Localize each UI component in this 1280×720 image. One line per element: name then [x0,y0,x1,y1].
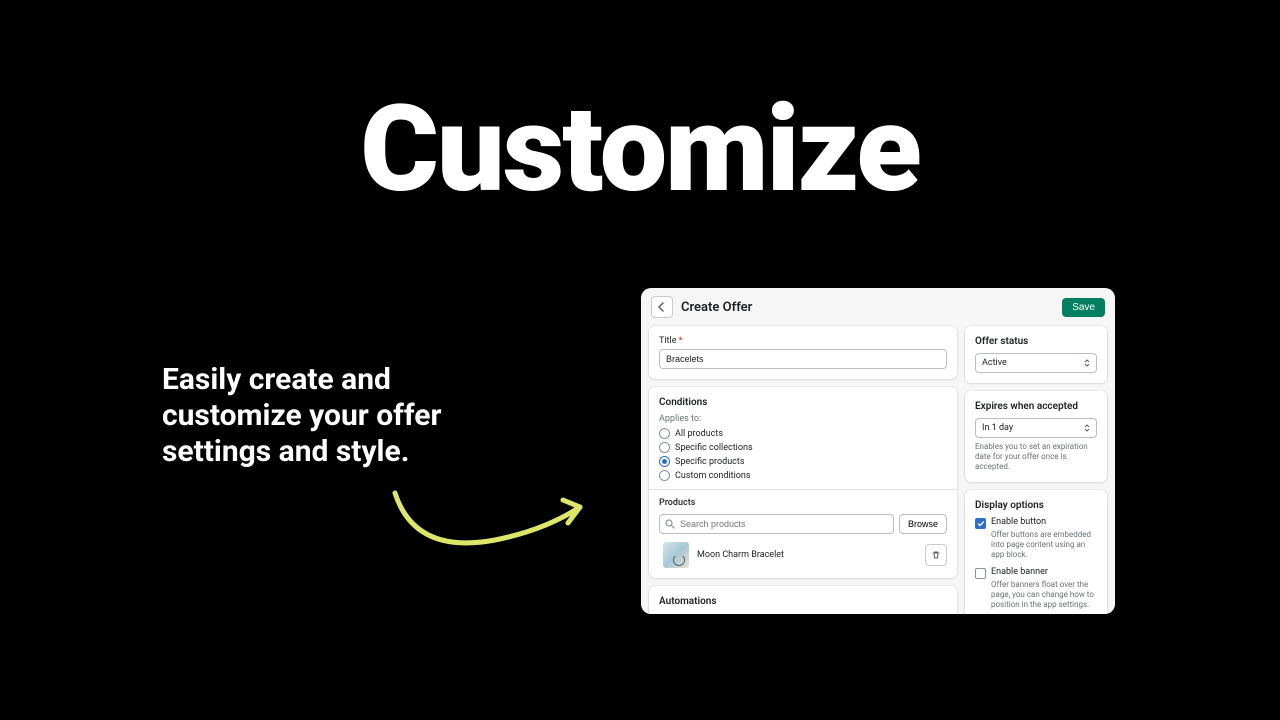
automations-heading: Automations [659,596,947,607]
radio-specific-collections[interactable]: Specific collections [659,442,947,453]
conditions-card: Conditions Applies to: All products Spec… [649,387,957,578]
panel-header: Create Offer Save [641,288,1115,326]
offer-status-heading: Offer status [975,336,1097,347]
enable-banner-checkbox[interactable]: Enable banner [975,567,1097,579]
chevron-updown-icon [1084,424,1090,432]
automations-card: Automations [649,586,957,614]
offer-status-card: Offer status Active [965,326,1107,383]
radio-custom-conditions[interactable]: Custom conditions [659,470,947,481]
radio-all-products[interactable]: All products [659,428,947,439]
browse-button[interactable]: Browse [899,514,947,534]
applies-to-label: Applies to: [659,414,947,424]
title-input[interactable] [659,349,947,369]
back-button[interactable] [651,296,673,318]
display-options-card: Display options Enable button Offer butt… [965,490,1107,614]
create-offer-panel: Create Offer Save Title * Conditions App… [641,288,1115,614]
display-options-heading: Display options [975,500,1097,511]
applies-to-radios: All products Specific collections Specif… [659,428,947,481]
search-products-input[interactable] [659,514,894,534]
save-button[interactable]: Save [1062,298,1105,317]
enable-button-checkbox[interactable]: Enable button [975,517,1097,529]
title-card: Title * [649,326,957,379]
product-name: Moon Charm Bracelet [697,550,917,560]
enable-button-help: Offer buttons are embedded into page con… [991,530,1097,560]
offer-status-select[interactable]: Active [975,353,1097,373]
search-icon [665,519,675,529]
delete-product-button[interactable] [925,544,947,566]
hero-headline: Customize [0,80,1280,220]
products-heading: Products [659,498,947,508]
page-title: Create Offer [681,300,1054,315]
expires-select[interactable]: In 1 day [975,418,1097,438]
product-thumbnail [663,542,689,568]
conditions-heading: Conditions [659,397,947,408]
hero-tagline: Easily create and customize your offer s… [162,362,522,470]
enable-banner-help: Offer banners float over the page, you c… [991,580,1097,610]
expires-card: Expires when accepted In 1 day Enables y… [965,391,1107,482]
arrow-left-icon [657,302,667,312]
product-row: Moon Charm Bracelet [659,542,947,568]
title-label: Title * [659,336,947,346]
expires-help: Enables you to set an expiration date fo… [975,442,1097,472]
expires-heading: Expires when accepted [975,401,1097,412]
chevron-updown-icon [1084,359,1090,367]
trash-icon [931,550,941,560]
radio-specific-products[interactable]: Specific products [659,456,947,467]
arrow-icon [385,485,595,570]
